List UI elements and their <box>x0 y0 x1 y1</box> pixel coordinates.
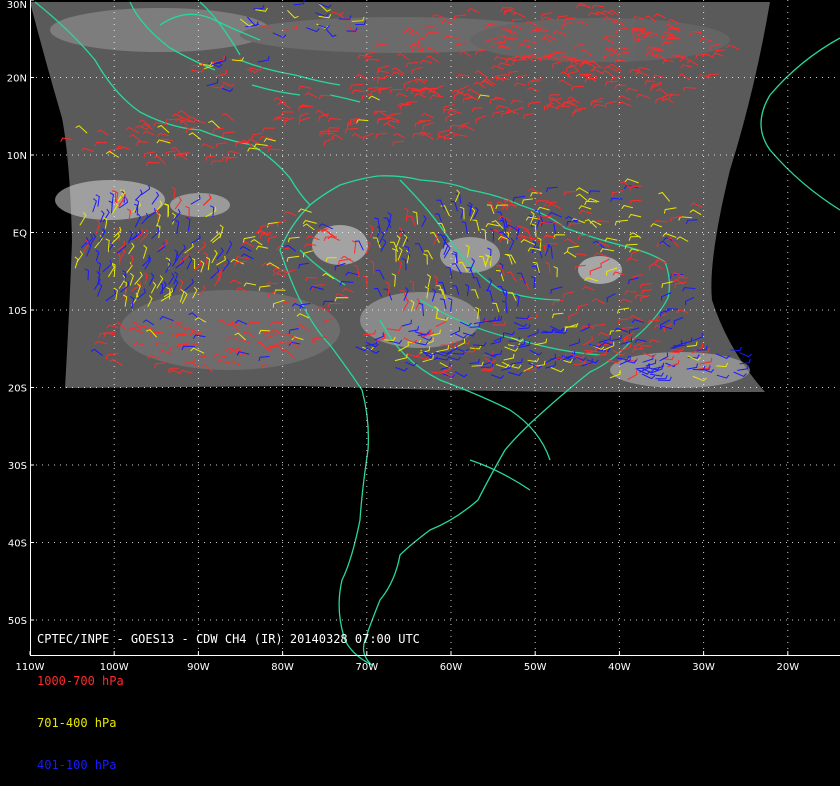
latitude-label: 10S <box>8 306 27 317</box>
latitude-label: 40S <box>8 539 27 550</box>
legend-level-3: 401-100 hPa <box>37 758 117 772</box>
latitude-label: EQ <box>13 229 27 240</box>
longitude-label: 20W <box>776 662 799 673</box>
latitude-label: 20N <box>7 74 27 85</box>
longitude-label: 50W <box>524 662 547 673</box>
product-title: CPTEC/INPE - GOES13 - CDW CH4 (IR) 20140… <box>37 632 420 646</box>
longitude-label: 40W <box>608 662 631 673</box>
latitude-label: 30N <box>7 0 27 11</box>
latitude-label: 10N <box>7 151 27 162</box>
latitude-label: 20S <box>8 384 27 395</box>
wind-vector-map: 30N20N10NEQ10S20S30S40S50S 110W 100W 90W 80… <box>0 0 840 680</box>
legend-level-2: 701-400 hPa <box>37 716 117 730</box>
latitude-label: 50S <box>8 616 27 627</box>
map-caption: CPTEC/INPE - GOES13 - CDW CH4 (IR) 20140… <box>37 604 420 786</box>
longitude-label: 60W <box>440 662 463 673</box>
latitude-label: 30S <box>8 461 27 472</box>
legend-level-1: 1000-700 hPa <box>37 674 124 688</box>
longitude-label: 30W <box>692 662 715 673</box>
